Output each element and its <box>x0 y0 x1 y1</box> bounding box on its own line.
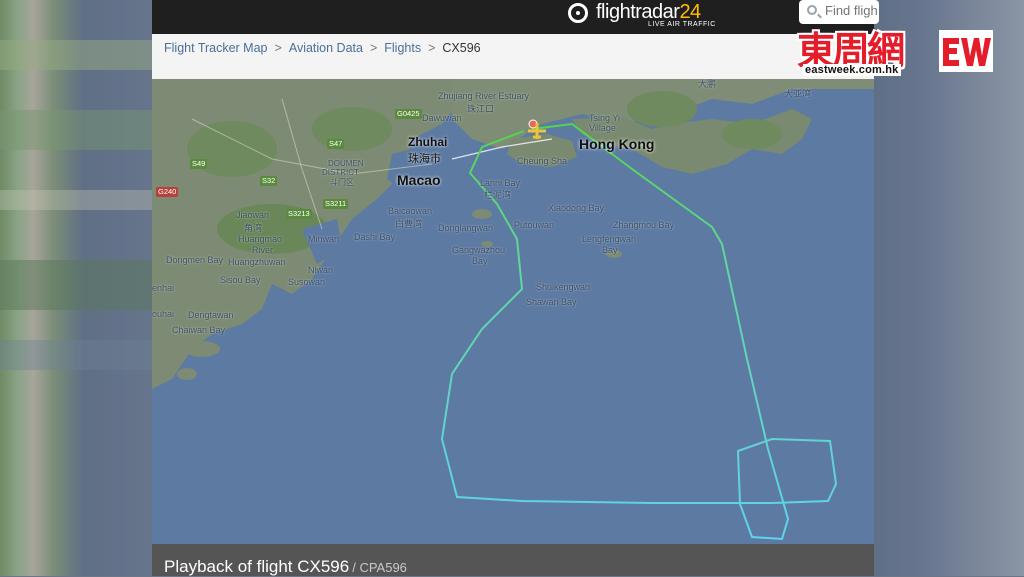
road-shield: S32 <box>260 176 278 186</box>
map-label-dengtawan: Dengtawan <box>188 310 234 320</box>
road-shield: G240 <box>156 187 179 197</box>
map-label-zhujiang-zh: 珠江口 <box>467 104 495 114</box>
breadcrumb: Flight Tracker Map > Aviation Data > Flights… <box>164 41 481 55</box>
top-navigation-bar: flightradar24 LIVE AIR TRAFFIC <box>152 0 874 34</box>
map-city-macao: Macao <box>397 172 441 188</box>
island <box>184 341 220 357</box>
map-label-lengfeng: Lengfengwan <box>582 234 637 244</box>
map-label-huangmao: Huangmao <box>238 234 283 244</box>
hill <box>627 91 697 127</box>
map-label-dawuwan: Dawuwan <box>422 113 462 123</box>
map-label-huangzhuwan: Huangzhuwan <box>228 257 286 267</box>
breadcrumb-aviation-data[interactable]: Aviation Data <box>289 41 363 55</box>
map-canvas <box>152 79 874 541</box>
map-label-xiaodong: Xiaodong Bay <box>548 203 605 213</box>
road-shield: S49 <box>190 159 208 169</box>
map-label-shuikeng: Shuikengwan <box>536 282 591 292</box>
map-label-minwan: Minwan <box>308 234 340 244</box>
road-shield: S47 <box>327 139 345 149</box>
map-label-baicaowan-zh: 白曹湾 <box>395 219 423 229</box>
logo-text: flightradar <box>596 1 680 23</box>
map-label-doumen-zh: 斗门区 <box>330 178 354 187</box>
map-label-donglangwan: Donglangwan <box>438 223 494 233</box>
watermark-url: eastweek.com.hk <box>803 64 901 76</box>
eastweek-watermark: 東周網 eastweek.com.hk <box>797 28 997 80</box>
map-label-dashibay: Dashi Bay <box>354 232 396 242</box>
road-shield: G0425 <box>395 109 422 119</box>
radar-icon <box>568 3 588 23</box>
playback-callsign: / CPA596 <box>352 560 407 575</box>
map-label-niwan: Niwan <box>308 265 334 275</box>
playback-title: Playback of flight CX596 <box>164 557 350 576</box>
map-label-lannibay: Lanni Bay <box>480 178 521 188</box>
map-label-huangmao-river: River <box>252 245 274 255</box>
breadcrumb-bar: Flight Tracker Map > Aviation Data > Flights… <box>152 34 874 79</box>
map-city-zhuhai-zh: 珠海市 <box>408 153 441 165</box>
map-label-cheungsha: Cheung Sha <box>517 156 568 166</box>
logo-number: 24 <box>679 1 701 23</box>
map-label-gangwazhou-bay: Bay <box>472 256 488 266</box>
search-box[interactable] <box>799 0 879 24</box>
blurred-background-right <box>874 0 1024 576</box>
map-label-jiaowan: Jiaowan <box>236 210 270 220</box>
island <box>472 209 492 219</box>
map-label-zhangmou: Zhangmou Bay <box>613 220 675 230</box>
map-label-sisou: Sisou Bay <box>220 275 261 285</box>
map-label-jiaowan-zh: 角湾 <box>244 223 263 233</box>
breadcrumb-separator: > <box>369 41 378 55</box>
map-label-shawan: Shawan Bay <box>526 297 577 307</box>
map-label-district: DISTRICT <box>322 168 359 177</box>
map-label-dayabay: 大亚湾 <box>784 89 812 99</box>
map-label-village: Village <box>589 123 616 133</box>
map-label-chaiwan: Chaiwan Bay <box>172 325 226 335</box>
map-label-lannibay-zh: 栏泥湾 <box>484 190 512 200</box>
island <box>177 368 197 380</box>
breadcrumb-separator: > <box>274 41 282 55</box>
breadcrumb-flight-tracker-map[interactable]: Flight Tracker Map <box>164 41 268 55</box>
map-city-hongkong: Hong Kong <box>579 136 655 152</box>
map-label-enhai: enhai <box>152 283 175 293</box>
hill <box>722 119 782 149</box>
search-input[interactable] <box>825 3 879 18</box>
map-label-dapeng: 大鹏 <box>698 79 717 89</box>
map-label-tsingyi: Tsing Yi <box>589 113 621 123</box>
map-label-susowan: Susowan <box>288 277 326 287</box>
breadcrumb-separator: > <box>428 41 436 55</box>
search-icon <box>807 5 817 15</box>
ew-logo-icon <box>939 30 993 72</box>
map-label-dongmen: Dongmen Bay <box>166 255 224 265</box>
road-shield: S3211 <box>323 199 349 209</box>
road-shield: S3213 <box>286 209 312 219</box>
flight-map[interactable]: Zhujiang River Estuary 珠江口 Dawuwan Zhuha… <box>152 79 874 544</box>
hill <box>312 107 392 151</box>
map-label-gangwazhou: Gangwazhou <box>452 245 506 255</box>
flightradar24-logo[interactable]: flightradar24 LIVE AIR TRAFFIC <box>568 1 718 32</box>
playback-bar: Playback of flight CX596/ CPA596 <box>152 544 874 576</box>
map-label-putouwan: Putouwan <box>514 220 555 230</box>
blurred-background-left <box>0 0 152 576</box>
logo-subtitle: LIVE AIR TRAFFIC <box>648 21 716 28</box>
breadcrumb-current-flight: CX596 <box>442 41 481 55</box>
map-label-ouhai: ouhai <box>152 309 175 319</box>
map-label-baicaowan: Baicaowan <box>388 206 433 216</box>
breadcrumb-flights[interactable]: Flights <box>384 41 421 55</box>
map-city-zhuhai: Zhuhai <box>408 135 448 149</box>
map-label-doumen: DOUMEN <box>328 159 364 168</box>
map-label-lengfeng-bay: Bay <box>602 245 618 255</box>
map-label-zhujiang: Zhujiang River Estuary <box>438 91 530 101</box>
